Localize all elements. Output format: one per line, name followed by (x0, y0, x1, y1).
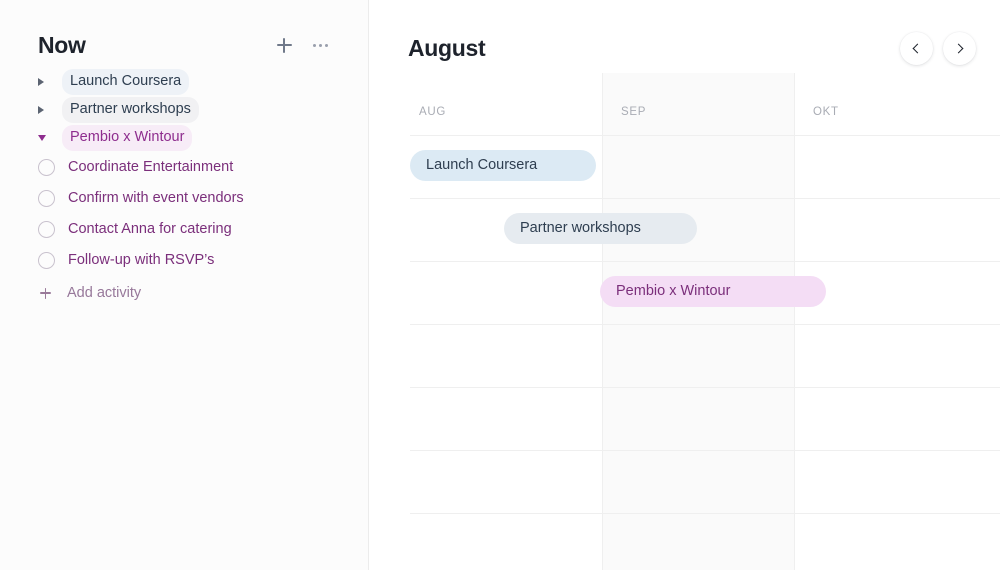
project-tree: Launch Coursera Partner workshops Pembio… (0, 62, 368, 308)
sidebar-header: Now (0, 0, 368, 62)
chevron-down-icon[interactable] (38, 135, 52, 141)
bar-label: Partner workshops (520, 220, 641, 237)
sidebar-item-pembio-x-wintour[interactable]: Pembio x Wintour (0, 124, 368, 152)
task-label: Contact Anna for catering (68, 221, 232, 238)
previous-month-button[interactable] (900, 31, 933, 65)
page-title: August (408, 34, 486, 61)
chevron-left-icon (912, 43, 923, 53)
sidebar-header-actions (274, 35, 330, 55)
add-button[interactable] (274, 35, 294, 55)
timeline-grid: AUG SEP OKT Launch Coursera Partner work… (410, 73, 1000, 570)
task-checkbox[interactable] (38, 252, 55, 269)
more-options-button[interactable] (310, 35, 330, 55)
list-item[interactable]: Follow-up with RSVP’s (0, 245, 368, 276)
grid-line (410, 324, 1000, 325)
task-checkbox[interactable] (38, 221, 55, 238)
add-activity-button[interactable]: Add activity (0, 278, 368, 308)
project-label: Launch Coursera (62, 69, 190, 95)
grid-line (410, 198, 1000, 199)
task-checkbox[interactable] (38, 159, 55, 176)
sidebar-item-partner-workshops[interactable]: Partner workshops (0, 96, 368, 124)
timeline-bar-pembio-x-wintour[interactable]: Pembio x Wintour (600, 276, 826, 307)
chevron-right-icon[interactable] (38, 106, 52, 114)
grid-line (410, 450, 1000, 451)
next-month-button[interactable] (943, 31, 976, 65)
bar-label: Pembio x Wintour (616, 283, 731, 300)
task-label: Coordinate Entertainment (68, 159, 234, 176)
timeline-header: August (408, 28, 976, 68)
task-checkbox[interactable] (38, 190, 55, 207)
list-item[interactable]: Contact Anna for catering (0, 214, 368, 245)
plus-icon (40, 287, 51, 299)
sidebar-item-launch-coursera[interactable]: Launch Coursera (0, 68, 368, 96)
grid-line (410, 513, 1000, 514)
task-label: Confirm with event vendors (68, 190, 244, 207)
ellipsis-icon (312, 43, 328, 47)
list-item[interactable]: Coordinate Entertainment (0, 152, 368, 183)
timeline-bar-launch-coursera[interactable]: Launch Coursera (410, 150, 596, 181)
chevron-right-icon[interactable] (38, 78, 52, 86)
sidebar-title: Now (38, 31, 86, 58)
grid-line (410, 387, 1000, 388)
plus-icon (276, 37, 292, 53)
bar-label: Launch Coursera (426, 157, 538, 174)
list-item[interactable]: Confirm with event vendors (0, 183, 368, 214)
chevron-right-icon (953, 43, 964, 53)
task-label: Follow-up with RSVP’s (68, 252, 215, 269)
timeline-bar-partner-workshops[interactable]: Partner workshops (504, 213, 697, 244)
grid-line (410, 261, 1000, 262)
timeline-rowlines (410, 73, 1000, 570)
add-activity-label: Add activity (67, 284, 142, 301)
project-label: Partner workshops (62, 97, 199, 123)
project-label: Pembio x Wintour (62, 125, 193, 151)
grid-line (410, 135, 1000, 136)
timeline-panel: August AUG SEP OKT Launch Coursera Partn… (369, 0, 1000, 570)
sidebar: Now Launch Coursera Partner workshops Pe… (0, 0, 369, 570)
timeline-app: Now Launch Coursera Partner workshops Pe… (0, 0, 1000, 570)
timeline-nav (900, 31, 976, 65)
